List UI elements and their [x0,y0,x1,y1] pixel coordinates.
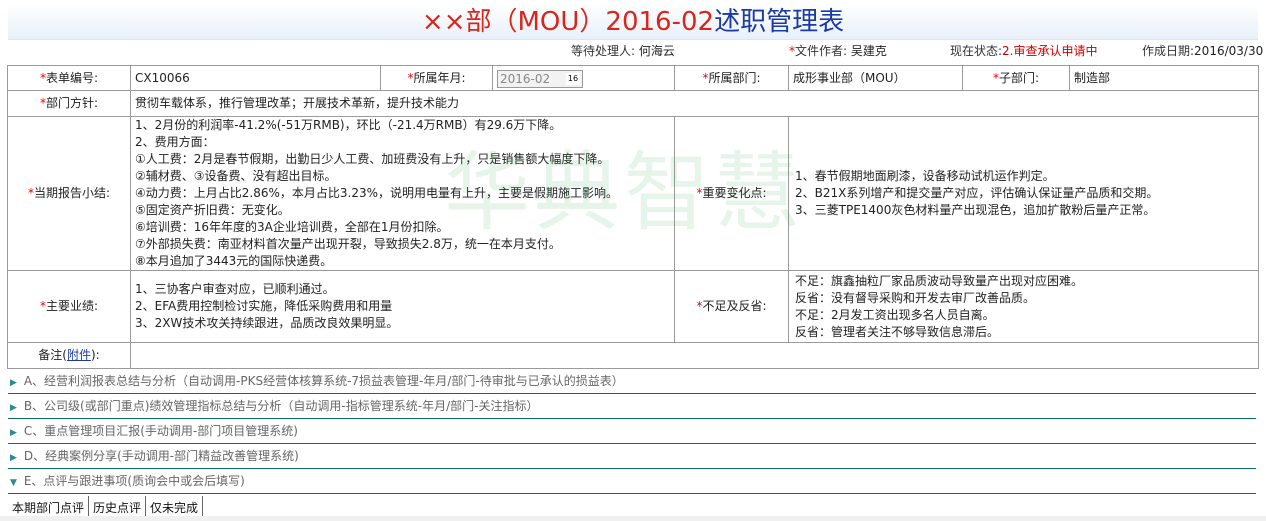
form-no-label-cell: *表单编号: [7,65,131,91]
changes-line: 1、春节假期地面刷漆，设备移动试机运作判定。 [795,169,1055,183]
form-row-basic: *表单编号: CX10066 *所属年月: 2016-02 16 *所属部门: 成… [7,65,1259,91]
attachment-link[interactable]: 附件 [67,348,91,362]
achievements-line: 1、三协客户审查对应，已顺利通过。 [135,282,335,296]
shortfall-label: 不足及反省: [702,299,767,313]
expand-arrow-icon[interactable]: ▶ [10,422,20,444]
summary-line: ⑧本月追加了3443元的国际快递费。 [135,254,333,268]
achievements-label-cell: *主要业绩: [7,270,131,343]
handler-meta: 等待处理人: 何海云 [571,44,675,58]
status-value: 2.审查承认申请中 [1002,44,1098,58]
shortfall-line: 不足：旗鑫抽粒厂家品质波动导致量产出现对应困难。 [795,273,1084,288]
shortfall-label-cell: *不足及反省: [674,270,789,343]
notes-label: 备注( [38,348,67,362]
calendar-icon[interactable]: 16 [566,72,580,85]
month-label-cell: *所属年月: [380,65,493,91]
month-input[interactable]: 2016-02 16 [497,69,583,88]
achievements-line: 2、EFA费用控制检讨实施，降低采购费用和用量 [135,299,393,313]
bottom-strip [0,516,1266,521]
section-e[interactable]: ▼ E、点评与跟进事项(质询会中或会后填写) [8,470,1256,494]
page-title: ××部（MOU）2016-02述职管理表 [0,4,1266,40]
title-prefix: ××部（MOU）2016-02 [421,7,715,37]
achievements-label: 主要业绩: [45,299,99,313]
dept-label-cell: *所属部门: [674,65,789,91]
status-label: 现在状态: [950,44,1003,58]
changes-text: 1、春节假期地面刷漆，设备移动试机运作判定。 2、B21X系列增产和提交量产对应… [788,116,1259,271]
month-cell: 2016-02 16 [492,65,675,91]
summary-text: 1、2月份的利润率-41.2%(-51万RMB)，环比（-21.4万RMB）有2… [130,116,675,271]
shortfall-line: 反省：没有督导采购和开发去审厂改善品质。 [795,290,1036,305]
changes-line: 2、B21X系列增产和提交量产对应，评估确认保证量产品质和交期。 [795,186,1159,200]
achievements-text: 1、三协客户审查对应，已顺利通过。 2、EFA费用控制检讨实施，降低采购费用和用… [130,270,675,343]
month-label: 所属年月: [413,70,466,85]
notes-label-end: ): [90,348,100,362]
section-c[interactable]: ▶ C、重点管理项目汇报(手动调用-部门项目管理系统) [8,420,1256,444]
collapse-arrow-icon[interactable]: ▼ [10,472,20,494]
date-value: 2016/03/30 [1194,44,1264,58]
summary-line: ②辅材费、③设备费、没有超出目标。 [135,169,337,183]
achievements-line: 3、2XW技术攻关持续跟进，品质改良效果明显。 [135,316,399,330]
handler-label: 等待处理人: [571,44,636,58]
title-suffix: 述职管理表 [714,7,845,37]
summary-line: 2、费用方面： [135,135,215,149]
handler-value: 何海云 [638,44,675,58]
form-no-value: CX10066 [130,65,381,91]
shortfall-text: 不足：旗鑫抽粒厂家品质波动导致量产出现对应困难。 反省：没有督导采购和开发去审厂… [788,270,1259,343]
expand-arrow-icon[interactable]: ▶ [10,447,20,469]
author-meta: *文件作者: 吴建克 [789,44,887,58]
report-form: *表单编号: CX10066 *所属年月: 2016-02 16 *所属部门: 成… [7,65,1259,369]
notes-label-cell: 备注(附件): [7,342,131,369]
summary-line: 1、2月份的利润率-41.2%(-51万RMB)，环比（-21.4万RMB）有2… [135,118,562,132]
summary-line: ⑤固定资产折旧费：无变化。 [135,203,290,217]
author-label: 文件作者: [795,44,848,58]
summary-label: 当期报告小结: [33,186,111,200]
status-meta: 现在状态:2.审查承认申请中 [950,44,1098,58]
changes-line: 3、三菱TPE1400灰色材料量产出现混色，追加扩散粉后量产正常。 [795,203,1156,217]
section-b[interactable]: ▶ B、公司级(或部门重点)绩效管理指标总结与分析（自动调用-指标管理系统-年月… [8,395,1256,419]
form-row-policy: *部门方针: 贯彻车载体系，推行管理改革；开展技术革新，提升技术能力 [7,90,1259,117]
author-value: 吴建克 [850,44,887,58]
summary-line: ⑦外部损失费：南亚材料首次量产出现开裂，导致损失2.8万，统一在本月支付。 [135,237,561,251]
form-row-notes: 备注(附件): [7,342,1259,369]
date-label: 作成日期: [1142,44,1195,58]
section-c-label: C、重点管理项目汇报(手动调用-部门项目管理系统) [23,424,298,438]
date-meta: 作成日期:2016/03/30 [1142,44,1263,58]
month-input-value: 2016-02 [500,71,551,86]
section-d[interactable]: ▶ D、经典案例分享(手动调用-部门精益改善管理系统) [8,445,1256,469]
expand-arrow-icon[interactable]: ▶ [10,397,20,419]
section-d-label: D、经典案例分享(手动调用-部门精益改善管理系统) [23,449,299,463]
subdept-label-cell: *子部门: [962,65,1070,91]
summary-line: ⑥培训费：16年年度的3A企业培训费，全部在1月份扣除。 [135,220,449,234]
shortfall-line: 不足：2月发工资出现多名人员自离。 [795,307,995,322]
form-row-summary: *当期报告小结: 1、2月份的利润率-41.2%(-51万RMB)，环比（-21… [7,116,1259,271]
notes-value[interactable] [130,342,1259,369]
summary-label-cell: *当期报告小结: [7,116,131,271]
subdept-value: 制造部 [1069,65,1259,91]
section-a[interactable]: ▶ A、经营利润报表总结与分析（自动调用-PKS经营体核算系统-7损益表管理-年… [8,370,1256,394]
section-a-label: A、经营利润报表总结与分析（自动调用-PKS经营体核算系统-7损益表管理-年月/… [23,374,624,388]
form-row-achievements: *主要业绩: 1、三协客户审查对应，已顺利通过。 2、EFA费用控制检讨实施，降… [7,270,1259,343]
changes-label: 重要变化点: [702,186,767,200]
section-b-label: B、公司级(或部门重点)绩效管理指标总结与分析（自动调用-指标管理系统-年月/部… [23,399,539,413]
changes-label-cell: *重要变化点: [674,116,789,271]
dept-label: 所属部门: [708,70,761,85]
subdept-label: 子部门: [998,70,1040,85]
dept-value: 成形事业部（MOU） [788,65,963,91]
expand-arrow-icon[interactable]: ▶ [10,372,20,394]
policy-label-cell: *部门方针: [7,90,131,117]
form-no-label: 表单编号: [45,70,99,85]
policy-label: 部门方针: [45,96,99,110]
shortfall-line: 反省：管理者关注不够导致信息滞后。 [795,324,1000,339]
section-e-label: E、点评与跟进事项(质询会中或会后填写) [23,474,245,488]
policy-value: 贯彻车载体系，推行管理改革；开展技术革新，提升技术能力 [130,90,1259,117]
summary-line: ④动力费：上月占比2.86%，本月占比3.23%，说明用电量有上升，主要是假期施… [135,186,619,200]
summary-line: ①人工费：2月是春节假期，出勤日少人工费、加班费没有上升，只是销售额大幅度下降。 [135,152,610,166]
